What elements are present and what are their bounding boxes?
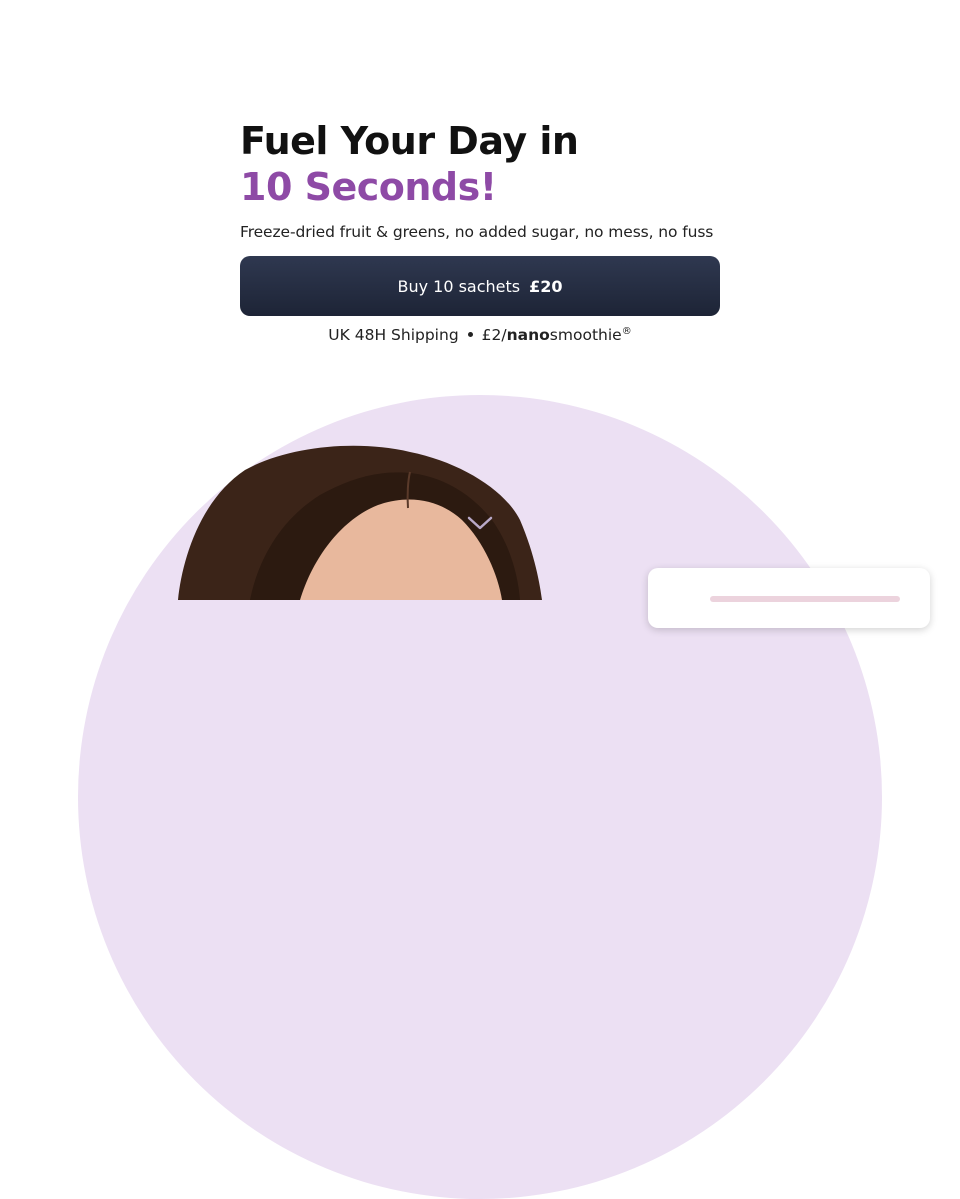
product-card-peek	[648, 568, 930, 628]
product-card-strip	[710, 596, 900, 602]
hero-person-image	[178, 445, 542, 600]
chevron-down-icon[interactable]	[466, 514, 494, 532]
